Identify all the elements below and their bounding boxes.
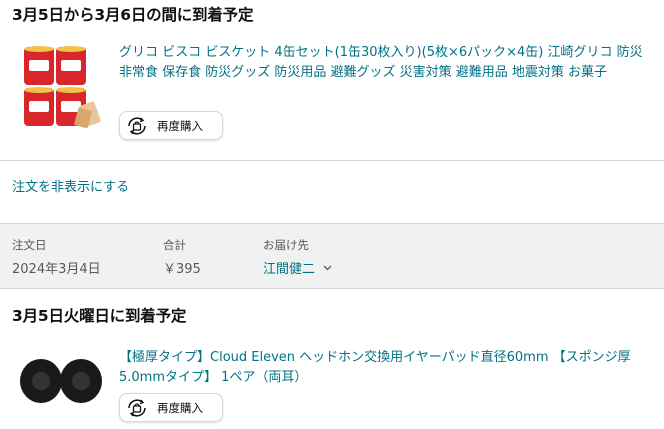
delivery-title: 3月5日火曜日に到着予定 bbox=[12, 307, 187, 325]
ship-to-label: お届け先 bbox=[263, 238, 309, 252]
product-title-link[interactable]: 【極厚タイプ】Cloud Eleven ヘッドホン交換用イヤーパッド直径60mm… bbox=[119, 348, 649, 388]
order-date-label: 注文日 bbox=[12, 238, 47, 252]
ship-to-name: 江間健二 bbox=[263, 262, 316, 277]
rebuy-icon bbox=[126, 116, 148, 136]
order-total-label: 合計 bbox=[163, 238, 186, 252]
divider bbox=[0, 160, 664, 161]
rebuy-button-label: 再度購入 bbox=[157, 400, 203, 415]
rebuy-button[interactable]: 再度購入 bbox=[119, 111, 223, 140]
order-date-value: 2024年3月4日 bbox=[12, 262, 101, 277]
chevron-down-icon bbox=[323, 260, 332, 275]
delivery-title: 3月5日から3月6日の間に到着予定 bbox=[12, 6, 254, 24]
hide-order-link[interactable]: 注文を非表示にする bbox=[12, 176, 129, 195]
rebuy-button[interactable]: 再度購入 bbox=[119, 393, 223, 422]
rebuy-icon bbox=[126, 398, 148, 418]
product-title-link[interactable]: グリコ ビスコ ビスケット 4缶セット(1缶30枚入り)(5枚×6パック×4缶)… bbox=[119, 43, 649, 83]
order-total-value: ￥395 bbox=[163, 262, 201, 277]
rebuy-button-label: 再度購入 bbox=[157, 118, 203, 133]
product-image-ear-pads[interactable] bbox=[16, 352, 106, 410]
product-image-biscuit-cans[interactable] bbox=[20, 43, 102, 131]
ship-to-dropdown[interactable]: 江間健二 bbox=[263, 258, 332, 277]
order-summary-bar: 注文日 2024年3月4日 合計 ￥395 お届け先 江間健二 bbox=[0, 223, 664, 289]
